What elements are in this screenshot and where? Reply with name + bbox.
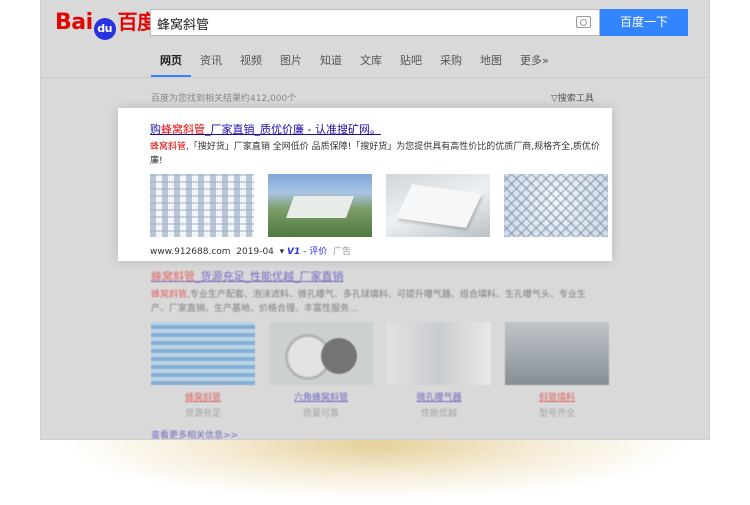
factory-image[interactable] [268,174,372,237]
sheet-image[interactable] [386,174,490,237]
dropdown-icon[interactable]: ▾ [280,247,285,257]
search-input[interactable]: 蜂窝斜管 [150,9,600,36]
desc-keyword: 蜂窝斜管 [151,290,188,300]
v-badge[interactable]: V1 [287,247,300,257]
product-sub: 货源充足 [184,409,221,419]
product-captions: 蜂窝斜管货源充足 六角蜂窝斜管 质量可靠 微孔曝气器性能优越 斜管填料型号齐全 [151,390,609,419]
second-result-desc: 蜂窝斜管,专业生产配套、泡沫滤料、微孔曝气、多孔球填料、可提升曝气器、组合填料、… [151,288,601,316]
tab-tieba[interactable]: 贴吧 [391,53,431,75]
baidu-logo[interactable]: Bai du 百度 [55,6,157,40]
search-button[interactable]: 百度一下 [600,9,688,36]
ad-url: www.912688.com [150,247,231,257]
search-tools[interactable]: ▽搜索工具 [551,91,594,104]
title-prefix: 购 [150,123,161,136]
tab-wenku[interactable]: 文库 [351,53,391,75]
tab-images[interactable]: 图片 [271,53,311,75]
tab-map[interactable]: 地图 [471,53,511,75]
review-link[interactable]: 评价 [309,247,327,257]
product-caption[interactable]: 六角蜂窝斜管 质量可靠 [269,390,373,419]
title-rest: _厂家直销_质优价廉 - 认准搜矿网。 [205,123,381,136]
search-query: 蜂窝斜管 [157,18,210,33]
tab-web[interactable]: 网页 [151,53,191,77]
paw-icon: du [93,18,116,40]
product-image[interactable] [269,322,373,385]
tab-video[interactable]: 视频 [231,53,271,75]
product-caption[interactable]: 斜管填料 型号齐全 [505,390,609,419]
product-name: 蜂窝斜管 [184,393,221,403]
product-sub: 型号齐全 [538,409,575,419]
honeycomb-mesh-image[interactable] [504,174,608,237]
tabs-divider [41,77,709,78]
second-result-title[interactable]: 蜂窝斜管_货源充足_性能优越_厂家直销 [151,268,344,284]
product-name: 斜管填料 [538,393,575,403]
product-name: 微孔曝气器 [416,393,462,403]
ad-date: 2019-04 [236,247,274,257]
product-name: 六角蜂窝斜管 [293,393,348,403]
ad-thumbnails [150,174,608,237]
filter-icon: ▽ [551,94,558,104]
product-image[interactable] [387,322,491,385]
tab-zhidao[interactable]: 知道 [311,53,351,75]
ad-result-desc: 蜂窝斜管,「搜好货」厂家直销 全网低价 品质保障!「搜好货」为您提供具有高性价比… [150,140,602,168]
title-keyword: 蜂窝斜管 [151,270,195,283]
honeycomb-tube-image[interactable] [150,174,254,237]
desc-rest: ,「搜好货」厂家直销 全网低价 品质保障!「搜好货」为您提供具有高性价比的优质厂… [150,142,600,166]
camera-icon[interactable] [576,16,591,28]
product-sub: 质量可靠 [302,409,339,419]
title-keyword: 蜂窝斜管 [161,123,205,136]
desc-rest: ,专业生产配套、泡沫滤料、微孔曝气、多孔球填料、可提升曝气器、组合填料、生孔曝气… [151,290,586,314]
title-rest: _货源充足_性能优越_厂家直销 [195,270,344,283]
more-info-link[interactable]: 查看更多相关信息>> [151,428,238,439]
product-image[interactable] [505,322,609,385]
tab-more[interactable]: 更多» [511,53,558,75]
ad-result-card: 购蜂窝斜管_厂家直销_质优价廉 - 认准搜矿网。 蜂窝斜管,「搜好货」厂家直销 … [118,108,612,261]
logo-text: Bai [55,10,93,35]
ad-meta: www.912688.com 2019-04 ▾ V1 - 评价 广告 [150,247,352,257]
tab-purchase[interactable]: 采购 [431,53,471,75]
result-count: 百度为您找到相关结果约412,000个 [151,94,297,104]
search-tools-label: 搜索工具 [557,94,594,104]
second-result: 蜂窝斜管_货源充足_性能优越_厂家直销 蜂窝斜管,专业生产配套、泡沫滤料、微孔曝… [41,262,709,439]
product-image[interactable] [151,322,255,385]
ad-label: 广告 [333,247,352,257]
product-caption[interactable]: 微孔曝气器 性能优越 [387,390,491,419]
second-thumbnails [151,322,609,385]
product-sub: 性能优越 [420,409,457,419]
nav-tabs: 网页 资讯 视频 图片 知道 文库 贴吧 采购 地图 更多» [151,53,558,77]
desc-keyword: 蜂窝斜管 [150,142,187,152]
ad-result-title[interactable]: 购蜂窝斜管_厂家直销_质优价廉 - 认准搜矿网。 [150,121,381,137]
tab-news[interactable]: 资讯 [191,53,231,75]
product-caption[interactable]: 蜂窝斜管 货源充足 [151,390,255,419]
